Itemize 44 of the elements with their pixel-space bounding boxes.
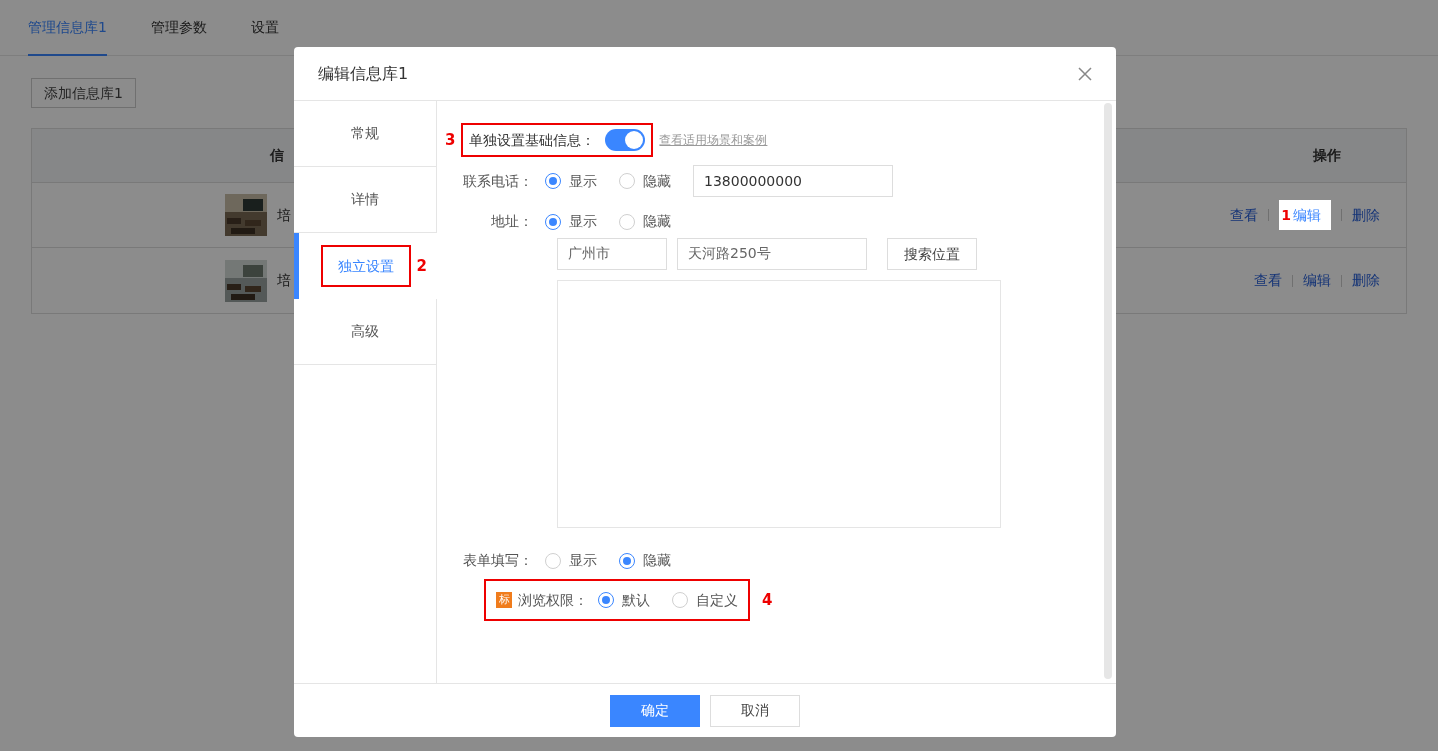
radio-option[interactable]: 显示	[545, 211, 597, 232]
field-label: 浏览权限：	[518, 590, 588, 610]
action-link[interactable]: 查看	[1254, 270, 1282, 291]
radio-option[interactable]: 自定义	[672, 589, 738, 611]
street-field[interactable]: 天河路250号	[677, 238, 867, 270]
field-label: 地址：	[490, 212, 534, 231]
radio-option[interactable]: 隐藏	[619, 170, 671, 192]
toggle-label: 单独设置基础信息：	[469, 130, 596, 150]
side-tab[interactable]: 高级	[351, 321, 379, 342]
city-field[interactable]: 广州市	[557, 238, 667, 270]
page-tab[interactable]: 设置	[250, 0, 279, 56]
table-cell-text: 培	[277, 205, 291, 225]
phone-field[interactable]: 13800000000	[693, 165, 893, 197]
radio-option[interactable]: 显示	[545, 550, 597, 571]
annotation-number: 2	[416, 255, 427, 277]
add-button[interactable]: 添加信息库1	[31, 78, 136, 108]
radio-option[interactable]: 隐藏	[619, 550, 671, 571]
search-location-button[interactable]: 搜索位置	[887, 238, 977, 270]
radio-option[interactable]: 默认	[598, 589, 650, 611]
action-link[interactable]: 编辑	[1303, 270, 1331, 291]
close-icon[interactable]	[1078, 66, 1092, 81]
toggle-switch[interactable]	[605, 129, 646, 151]
radio-option[interactable]: 隐藏	[619, 211, 671, 232]
action-link[interactable]: 删除	[1352, 270, 1380, 291]
dialog-title: 编辑信息库1	[318, 62, 409, 85]
edit-link[interactable]: 编辑	[1293, 204, 1329, 226]
annotation-number: 4	[762, 589, 773, 611]
badge: 标	[496, 592, 512, 608]
annotation-number: 3	[445, 129, 456, 151]
annotation-number: 1	[1281, 205, 1291, 225]
column-header: 操作	[1313, 146, 1341, 165]
side-tab[interactable]: 独立设置	[320, 245, 411, 287]
confirm-button[interactable]: 确定	[610, 694, 700, 727]
side-tab[interactable]: 详情	[351, 189, 379, 210]
action-link[interactable]: 删除	[1352, 204, 1380, 226]
side-tab[interactable]: 常规	[351, 123, 379, 144]
action-link[interactable]: 查看	[1230, 204, 1259, 226]
field-label: 联系电话：	[462, 171, 534, 191]
cancel-button[interactable]: 取消	[710, 694, 800, 727]
table-cell-text: 培	[277, 271, 291, 290]
column-header: 信	[270, 146, 284, 165]
page-tab[interactable]: 管理参数	[150, 0, 207, 56]
field-label: 表单填写：	[462, 551, 534, 570]
radio-option[interactable]: 显示	[545, 170, 597, 192]
